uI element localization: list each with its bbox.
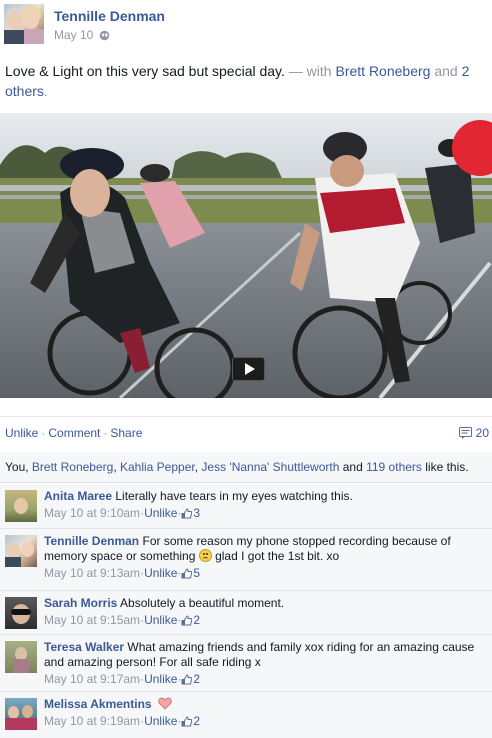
comment-time[interactable]: May 10 at 9:17am xyxy=(44,672,140,687)
comment-time[interactable]: May 10 at 9:13am xyxy=(44,566,140,581)
comment-unlike-button[interactable]: Unlike xyxy=(144,613,177,628)
author-avatar[interactable] xyxy=(4,4,44,44)
action-separator: · xyxy=(41,426,46,440)
comment-text-continued: glad I got the 1st bit. xo xyxy=(211,549,340,563)
likes-and: and xyxy=(339,460,367,474)
post-meta: May 10 xyxy=(54,28,110,42)
comment-time[interactable]: May 10 at 9:15am xyxy=(44,613,140,628)
thumbs-up-icon xyxy=(181,568,193,579)
comment-like-count[interactable]: 2 xyxy=(193,672,200,687)
comment-unlike-button[interactable]: Unlike xyxy=(144,672,177,687)
likes-summary: You, Brett Roneberg, Kahlia Pepper, Jess… xyxy=(0,452,492,483)
thumbs-up-icon xyxy=(181,508,193,519)
comment-time[interactable]: May 10 at 9:19am xyxy=(44,714,140,729)
video-player[interactable] xyxy=(0,113,492,398)
comment-unlike-button[interactable]: Unlike xyxy=(144,506,177,521)
post-text: Love & Light on this very sad but specia… xyxy=(5,61,485,101)
commenter-name[interactable]: Anita Maree xyxy=(44,489,112,503)
play-button[interactable] xyxy=(232,357,265,381)
comment-time[interactable]: May 10 at 9:10am xyxy=(44,506,140,521)
author-name[interactable]: Tennille Denman xyxy=(54,8,165,24)
post-header: Tennille Denman May 10 xyxy=(0,0,492,50)
post-end-text: . xyxy=(43,83,48,99)
comment-item: Melissa Akmentins May 10 at 9:19am · Unl… xyxy=(0,692,492,738)
thumbs-up-icon xyxy=(181,716,193,727)
comment-unlike-button[interactable]: Unlike xyxy=(144,714,177,729)
comment-text: Absolutely a beautiful moment. xyxy=(120,596,285,610)
likes-suffix: like this. xyxy=(421,460,469,474)
commenter-name[interactable]: Melissa Akmentins xyxy=(44,697,152,711)
comment-like-count[interactable]: 3 xyxy=(193,506,200,521)
comment-like-count[interactable]: 5 xyxy=(193,566,200,581)
video-frame xyxy=(0,113,492,398)
commenter-name[interactable]: Tennille Denman xyxy=(44,534,139,548)
commenter-avatar[interactable] xyxy=(5,490,37,522)
comment-item: Teresa Walker What amazing friends and f… xyxy=(0,635,492,692)
comment-count: 20 xyxy=(475,426,489,440)
thumbs-up-icon xyxy=(181,615,193,626)
frown-emoji-icon xyxy=(198,549,212,562)
thumbs-up-icon xyxy=(181,674,193,685)
commenter-avatar[interactable] xyxy=(5,597,37,629)
post-and-text: and xyxy=(430,63,462,79)
comment-item: Sarah Morris Absolutely a beautiful mome… xyxy=(0,591,492,635)
liker-link[interactable]: Jess 'Nanna' Shuttleworth xyxy=(201,460,339,474)
post-with-text: — with xyxy=(284,63,336,79)
commenter-name[interactable]: Teresa Walker xyxy=(44,640,124,654)
post-message: Love & Light on this very sad but specia… xyxy=(5,63,285,79)
comment-button[interactable]: Comment xyxy=(48,426,100,440)
heart-icon xyxy=(158,697,172,710)
comment-text: Literally have tears in my eyes watching… xyxy=(115,489,353,503)
comment-like-count[interactable]: 2 xyxy=(193,714,200,729)
liker-link[interactable]: Kahlia Pepper xyxy=(120,460,195,474)
play-icon xyxy=(244,363,255,375)
comment-item: Tennille Denman For some reason my phone… xyxy=(0,529,492,591)
unlike-button[interactable]: Unlike xyxy=(5,426,38,440)
comment-like-count[interactable]: 2 xyxy=(193,613,200,628)
commenter-name[interactable]: Sarah Morris xyxy=(44,596,117,610)
commenter-avatar[interactable] xyxy=(5,698,37,730)
likes-comma: , xyxy=(113,460,120,474)
comment-item: Anita Maree Literally have tears in my e… xyxy=(0,484,492,529)
likes-prefix: You, xyxy=(5,460,32,474)
likes-others-link[interactable]: 119 others xyxy=(366,460,422,474)
comment-icon xyxy=(458,427,472,439)
tagged-friend-link[interactable]: Brett Roneberg xyxy=(335,63,430,79)
commenter-avatar[interactable] xyxy=(5,641,37,673)
comment-unlike-button[interactable]: Unlike xyxy=(144,566,177,581)
post-date[interactable]: May 10 xyxy=(54,28,93,42)
globe-icon[interactable] xyxy=(99,30,110,41)
liker-link[interactable]: Brett Roneberg xyxy=(32,460,113,474)
action-separator: · xyxy=(103,426,108,440)
commenter-avatar[interactable] xyxy=(5,535,37,567)
share-button[interactable]: Share xyxy=(110,426,142,440)
comment-count-link[interactable]: 20 xyxy=(458,426,489,440)
action-bar: Unlike · Comment · Share 20 xyxy=(0,416,492,449)
